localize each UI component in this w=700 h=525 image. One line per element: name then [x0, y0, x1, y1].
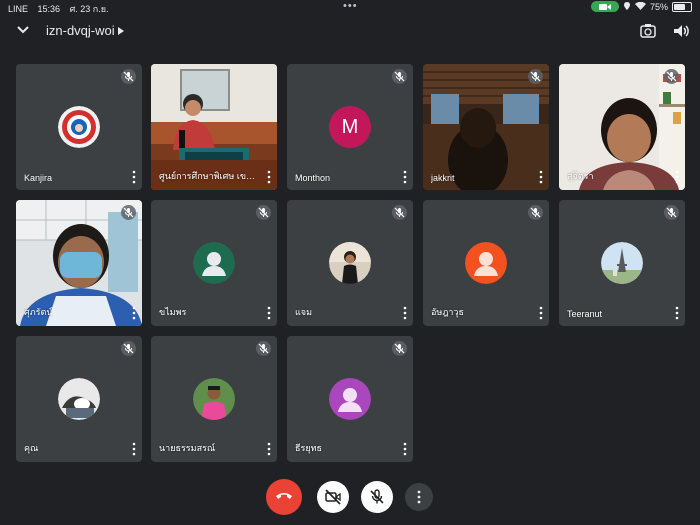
mic-off-icon — [664, 69, 679, 84]
participant-name: jakkrit — [431, 173, 455, 183]
participant-name: ศุภรัตน์ — [24, 307, 53, 317]
participant-tile[interactable]: คุณ — [16, 336, 142, 462]
participant-tile[interactable]: ขไมพร — [151, 200, 277, 326]
phone-hangup-icon — [276, 493, 292, 499]
participant-name: อัษฎาวุธ — [431, 307, 464, 317]
more-vert-icon[interactable] — [673, 306, 681, 320]
mic-off-icon — [392, 205, 407, 220]
battery-percent: 75% — [649, 1, 668, 12]
participant-name: คุณ — [24, 443, 39, 453]
battery-icon — [672, 1, 692, 12]
participant-tile[interactable]: ธีรยุทธ — [287, 336, 413, 462]
participant-tile[interactable]: สุจิตรา — [559, 64, 685, 190]
participant-name: ขไมพร — [159, 307, 187, 317]
camera-switch-icon[interactable] — [639, 22, 657, 40]
meeting-header: izn-dvqj-woi — [0, 18, 700, 46]
avatar-initial: M — [341, 115, 359, 138]
avatar — [193, 242, 235, 284]
more-vert-icon[interactable] — [537, 306, 545, 320]
participant-tile[interactable]: Teeranut — [559, 200, 685, 326]
hangup-button[interactable] — [266, 479, 302, 515]
mic-off-icon — [664, 205, 679, 220]
participant-name: ธีรยุทธ — [295, 443, 323, 453]
mic-off-icon — [392, 341, 407, 356]
mic-toggle-button[interactable] — [361, 481, 393, 513]
mic-off-icon — [392, 69, 407, 84]
more-options-button[interactable] — [405, 483, 433, 511]
mic-off-icon — [121, 69, 136, 84]
avatar — [329, 378, 371, 420]
more-vert-icon[interactable] — [401, 170, 409, 184]
avatar — [58, 378, 100, 420]
more-vert-icon[interactable] — [537, 170, 545, 184]
camera-in-use-icon — [590, 1, 619, 12]
more-vert-icon[interactable] — [130, 306, 138, 320]
participant-tile[interactable]: อัษฎาวุธ — [423, 200, 549, 326]
multitask-dots[interactable]: ••• — [343, 0, 358, 12]
video-feed — [423, 64, 549, 190]
mic-off-icon — [528, 69, 543, 84]
call-controls — [0, 478, 700, 518]
location-icon — [623, 1, 631, 12]
more-vert-icon[interactable] — [673, 170, 681, 184]
avatar — [329, 242, 371, 284]
meeting-code[interactable]: izn-dvqj-woi — [46, 23, 115, 38]
caret-right-icon[interactable] — [117, 26, 125, 36]
mic-off-icon — [121, 341, 136, 356]
avatar — [465, 242, 507, 284]
participant-tile[interactable]: Kanjira — [16, 64, 142, 190]
status-bar: LINE 15:36 ศ. 23 ก.ย. ••• 75% — [0, 0, 700, 14]
status-date: ศ. 23 ก.ย. — [69, 4, 109, 14]
more-vert-icon[interactable] — [401, 306, 409, 320]
avatar: M — [329, 106, 371, 148]
participant-tile[interactable]: M Monthon — [287, 64, 413, 190]
more-vert-icon[interactable] — [265, 306, 273, 320]
participant-name: Monthon — [295, 173, 331, 183]
videocam-off-icon — [325, 489, 341, 505]
avatar — [193, 378, 235, 420]
more-vert-icon[interactable] — [265, 170, 273, 184]
more-vert-icon[interactable] — [401, 442, 409, 456]
participant-tile[interactable]: ศูนย์การศึกษาพิเศษ เขต... — [151, 64, 277, 190]
mic-off-icon — [121, 205, 136, 220]
participant-tile[interactable]: นายธรรมสรณ์ — [151, 336, 277, 462]
mic-off-icon — [528, 205, 543, 220]
participant-name: นายธรรมสรณ์ — [159, 443, 216, 453]
participant-name: Kanjira — [24, 173, 53, 183]
status-app[interactable]: LINE — [8, 4, 28, 14]
status-time: 15:36 — [37, 4, 61, 14]
mic-off-icon — [370, 489, 384, 504]
participant-tile[interactable]: jakkrit — [423, 64, 549, 190]
camera-toggle-button[interactable] — [317, 481, 349, 513]
mic-off-icon — [256, 341, 271, 356]
more-vert-icon[interactable] — [130, 442, 138, 456]
more-vert-icon — [417, 490, 421, 504]
chevron-down-icon[interactable] — [14, 21, 32, 39]
participant-name: ศูนย์การศึกษาพิเศษ เขต... — [159, 171, 259, 181]
avatar — [58, 106, 100, 148]
mic-off-icon — [256, 205, 271, 220]
wifi-icon — [634, 1, 646, 12]
participant-tile[interactable]: แจม — [287, 200, 413, 326]
more-vert-icon[interactable] — [265, 442, 273, 456]
more-vert-icon[interactable] — [130, 170, 138, 184]
participant-tile[interactable]: ศุภรัตน์ — [16, 200, 142, 326]
avatar — [601, 242, 643, 284]
speaker-icon[interactable] — [672, 22, 690, 40]
participant-name: สุจิตรา — [567, 171, 594, 181]
participant-name: แจม — [295, 307, 313, 317]
participant-name: Teeranut — [567, 309, 603, 319]
